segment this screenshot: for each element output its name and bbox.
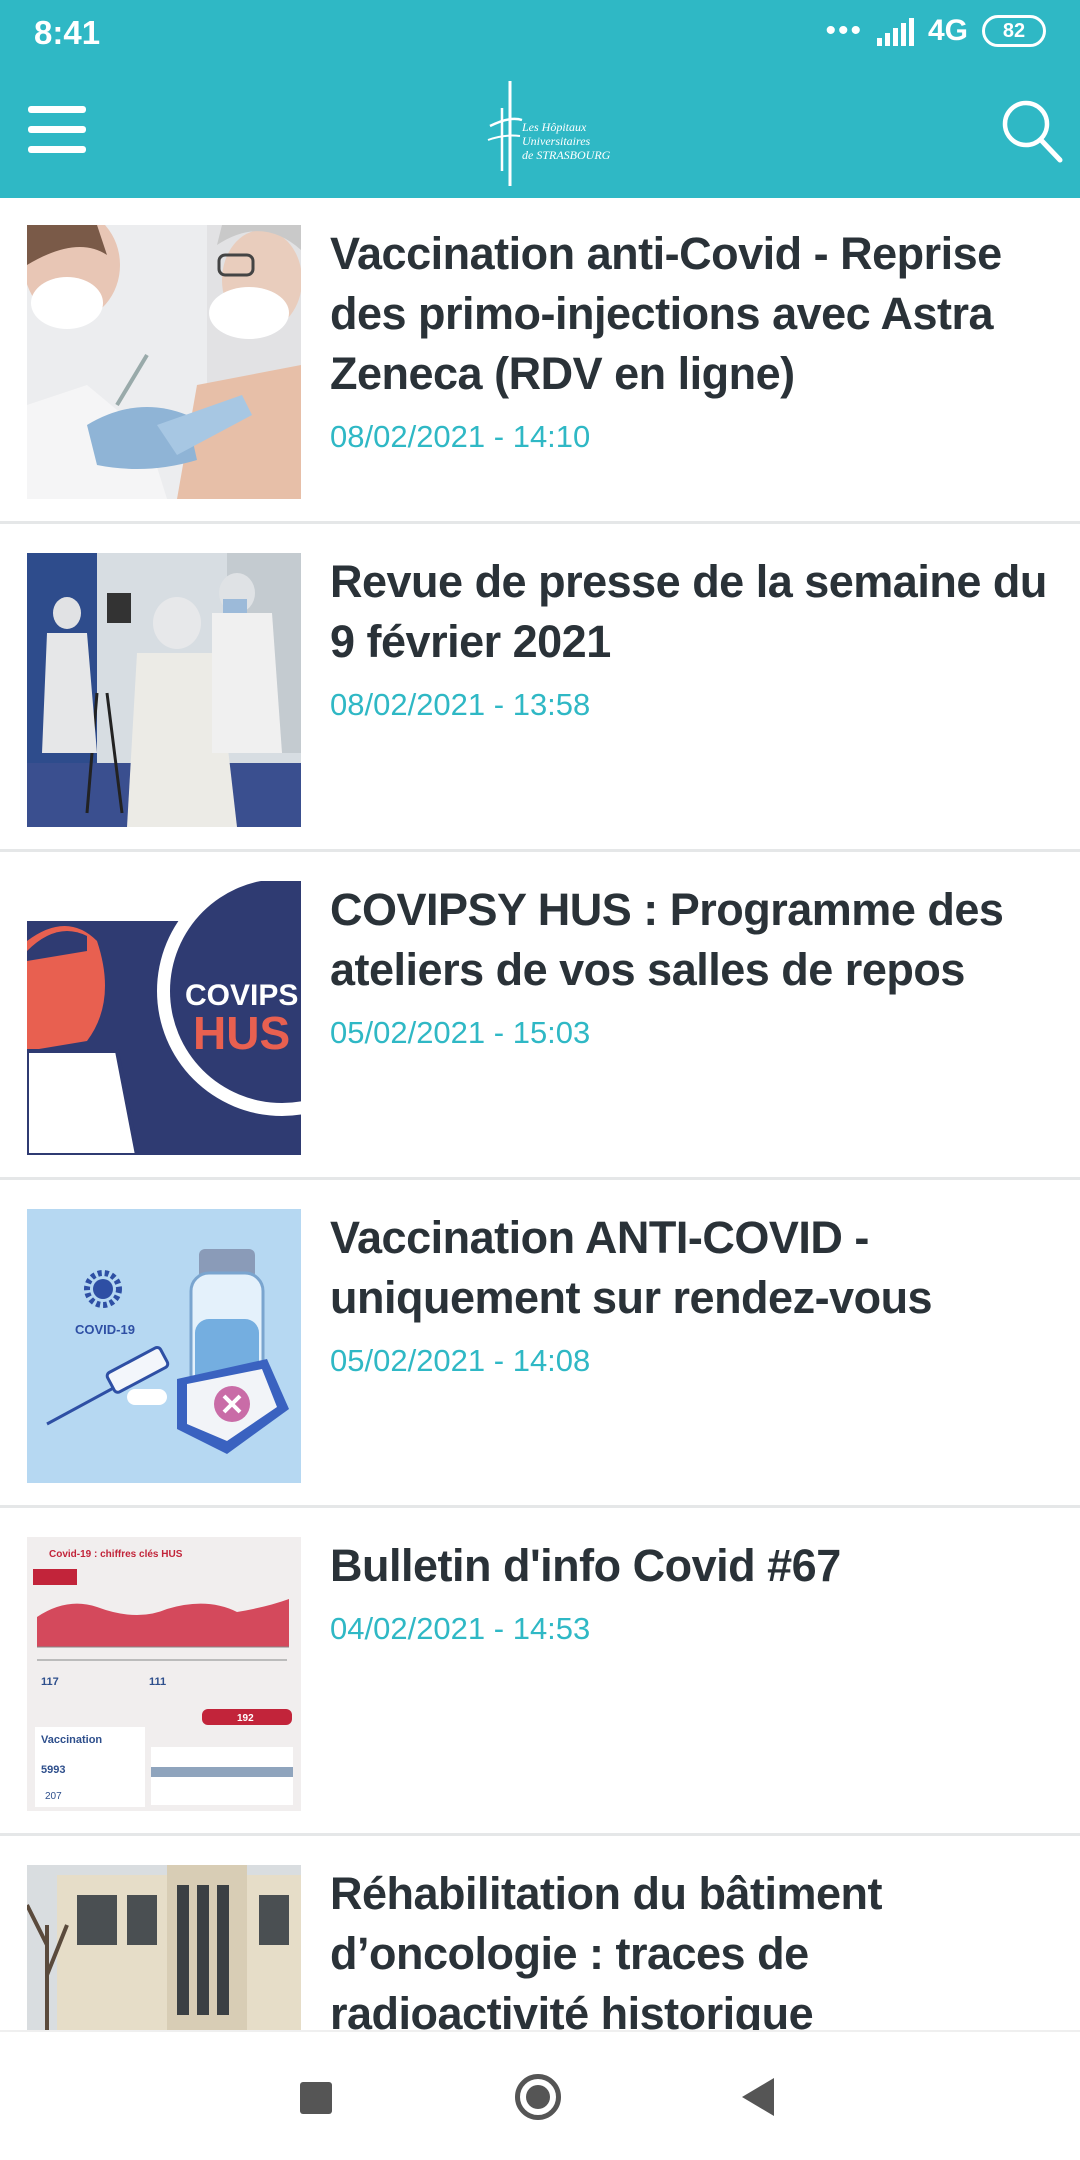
bulletin-title: Covid-19 : chiffres clés HUS (49, 1549, 183, 1560)
covid19-text: COVID-19 (75, 1322, 135, 1337)
news-title: COVIPSY HUS : Programme des ateliers de … (330, 880, 1060, 1052)
news-date: 08/02/2021 - 14:10 (330, 419, 591, 454)
hus-logo[interactable]: Les Hôpitaux Universitaires de STRASBOUR… (480, 76, 610, 188)
news-thumbnail-vaccination (27, 225, 301, 499)
news-item[interactable]: COVIPS HUS COVIPSY HUS : Programme des a… (0, 854, 1080, 1180)
svg-text:Vaccination: Vaccination (41, 1734, 102, 1746)
recents-square-icon[interactable] (300, 2082, 332, 2114)
status-time: 8:41 (34, 14, 101, 51)
svg-text:111: 111 (149, 1676, 166, 1688)
signal-icon (876, 16, 914, 46)
news-title: Réhabilitation du bâtiment d’oncologie :… (330, 1868, 883, 2030)
news-item[interactable]: Covid-19 : chiffres clés HUS 117 111 192… (0, 1510, 1080, 1836)
svg-text:5993: 5993 (41, 1764, 65, 1776)
svg-text:192: 192 (237, 1713, 254, 1724)
news-item[interactable]: Réhabilitation du bâtiment d’oncologie :… (0, 1838, 1080, 2030)
news-thumbnail-bulletin: Covid-19 : chiffres clés HUS 117 111 192… (27, 1537, 301, 1811)
home-circle-icon[interactable] (515, 2074, 561, 2120)
svg-text:207: 207 (45, 1791, 62, 1802)
news-item[interactable]: Revue de presse de la semaine du 9 févri… (0, 526, 1080, 852)
news-thumbnail-covipsy: COVIPS HUS (27, 881, 301, 1155)
app-header: Les Hôpitaux Universitaires de STRASBOUR… (0, 66, 1080, 198)
network-type: 4G (927, 14, 968, 47)
status-bar: 8:41 ••• 4G 82 (0, 0, 1080, 66)
logo-text: Les Hôpitaux Universitaires de STRASBOUR… (522, 120, 611, 162)
notification-dots: ••• (825, 14, 863, 47)
back-triangle-icon[interactable] (742, 2078, 774, 2116)
news-title: Revue de presse de la semaine du 9 févri… (330, 552, 1060, 724)
news-thumbnail-press (27, 553, 301, 827)
news-item[interactable]: COVID-19 Vaccination ANTI-COVID - unique… (0, 1182, 1080, 1508)
news-date: 04/02/2021 - 14:53 (330, 1611, 591, 1646)
news-title: Vaccination anti-Covid - Reprise des pri… (330, 224, 1060, 456)
news-list: Vaccination anti-Covid - Reprise des pri… (0, 198, 1080, 2030)
news-date: 05/02/2021 - 14:08 (330, 1343, 591, 1378)
news-thumbnail-building (27, 1865, 301, 2030)
hus-text: HUS (193, 1007, 290, 1059)
status-icons: ••• 4G 82 (825, 14, 1046, 48)
battery-icon: 82 (982, 15, 1046, 47)
news-title: Vaccination ANTI-COVID - uniquement sur … (330, 1208, 1060, 1380)
news-date: 08/02/2021 - 13:58 (330, 687, 591, 722)
search-icon[interactable] (1000, 96, 1064, 166)
system-nav-bar (0, 2030, 1080, 2160)
hamburger-menu-icon[interactable] (28, 106, 86, 156)
news-title: Bulletin d'info Covid #67 04/02/2021 - 1… (330, 1536, 1060, 1648)
news-item[interactable]: Vaccination anti-Covid - Reprise des pri… (0, 198, 1080, 524)
svg-text:117: 117 (41, 1676, 59, 1688)
news-thumbnail-vaccine: COVID-19 (27, 1209, 301, 1483)
news-date: 05/02/2021 - 15:03 (330, 1015, 591, 1050)
